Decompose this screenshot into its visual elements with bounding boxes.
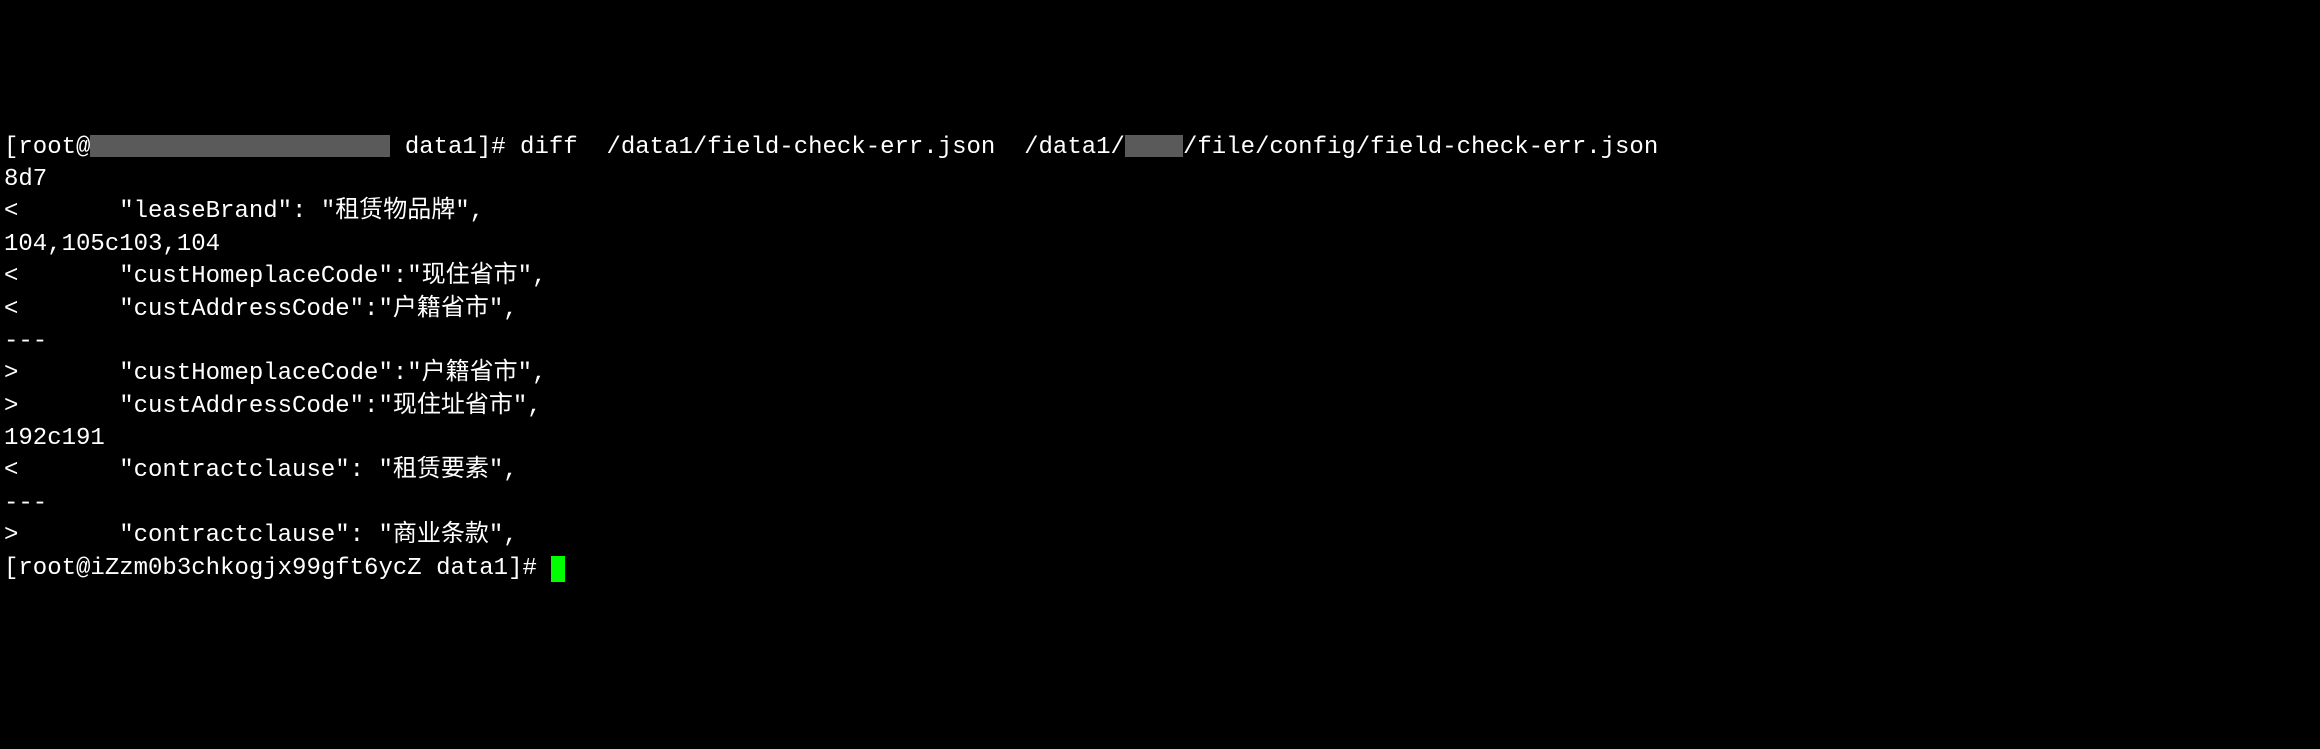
command-prompt-line: [root@iZzm0b3chkogjx99gft6ycZ data1]# (4, 553, 2316, 585)
cursor[interactable] (551, 556, 565, 582)
command-line-suffix: /file/config/field-check-err.json (1183, 134, 1658, 161)
diff-separator: --- (4, 326, 2316, 358)
diff-line-added: > "custHomeplaceCode":"户籍省市", (4, 358, 2316, 390)
diff-line-removed: < "custHomeplaceCode":"现住省市", (4, 261, 2316, 293)
diff-hunk-header: 104,105c103,104 (4, 229, 2316, 261)
diff-hunk-header: 192c191 (4, 423, 2316, 455)
command-line-mid: data1]# diff /data1/field-check-err.json… (390, 134, 1125, 161)
command-line-1: [root@ data1]# diff /data1/field-check-e… (4, 132, 2316, 164)
diff-line-removed: < "custAddressCode":"户籍省市", (4, 294, 2316, 326)
prompt-text: [root@iZzm0b3chkogjx99gft6ycZ data1]# (4, 555, 551, 582)
redacted-path-segment (1125, 135, 1183, 157)
terminal-output[interactable]: [root@ data1]# diff /data1/field-check-e… (4, 132, 2316, 585)
diff-line-removed: < "leaseBrand": "租赁物品牌", (4, 196, 2316, 228)
diff-separator: --- (4, 488, 2316, 520)
redacted-hostname (90, 135, 390, 157)
diff-hunk-header: 8d7 (4, 164, 2316, 196)
diff-line-added: > "contractclause": "商业条款", (4, 520, 2316, 552)
diff-line-added: > "custAddressCode":"现住址省市", (4, 391, 2316, 423)
prompt-user-host-prefix: [root@ (4, 134, 90, 161)
diff-line-removed: < "contractclause": "租赁要素", (4, 455, 2316, 487)
